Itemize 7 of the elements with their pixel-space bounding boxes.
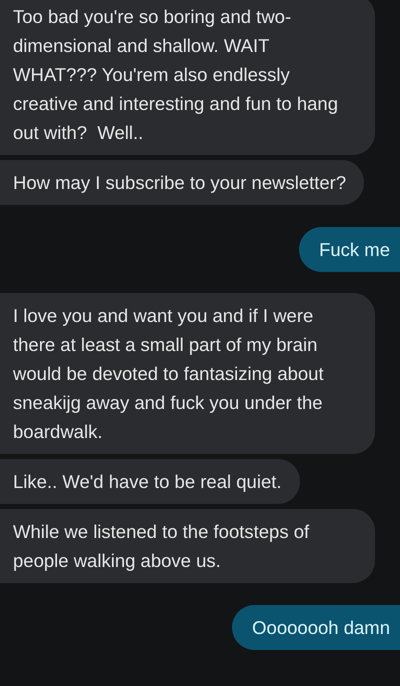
sent-message: Fuck me: [299, 227, 400, 272]
sent-message: Oooooooh damn: [232, 605, 400, 650]
received-message: Like.. We'd have to be real quiet.: [0, 459, 300, 504]
received-message: I love you and want you and if I were there at least a small part of my brain would be devoted to fantasizing about sneakijg away and fuck you under the boardwalk.: [0, 293, 375, 454]
received-message: How may I subscribe to your newsletter?: [0, 160, 364, 205]
received-message: While we listened to the footsteps of people walking above us.: [0, 509, 375, 583]
received-message: Too bad you're so boring and two-dimensional and shallow. WAIT WHAT??? You'rem also endlessly creative and interesting and fun to hang out with? Well..: [0, 0, 375, 155]
